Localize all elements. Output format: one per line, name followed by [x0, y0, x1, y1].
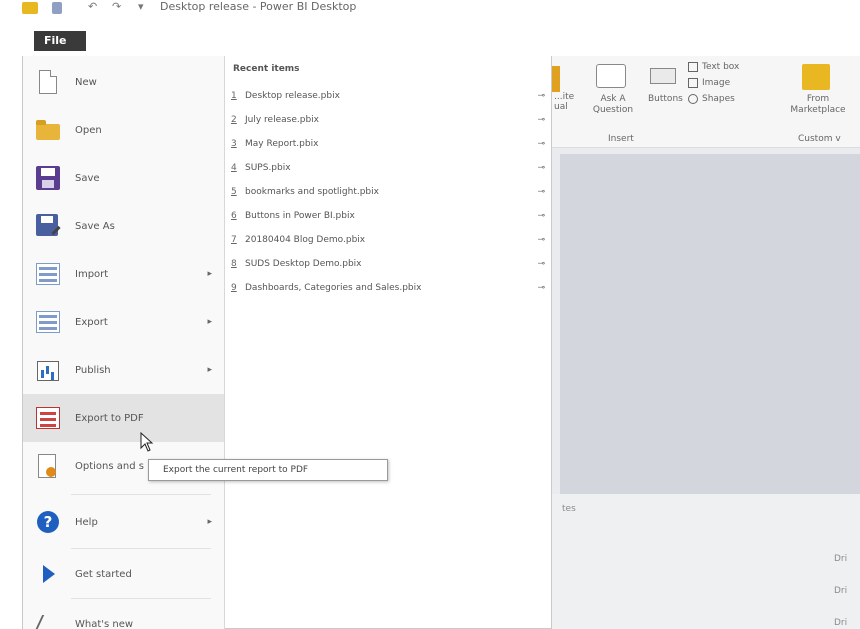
pin-icon[interactable]: ⊸ [537, 139, 545, 149]
recent-item-name: SUPS.pbix [245, 163, 291, 173]
pin-icon[interactable]: ⊸ [537, 163, 545, 173]
pin-icon[interactable]: ⊸ [537, 259, 545, 269]
ribbon-group-custom: Custom v [798, 134, 841, 144]
recent-item[interactable]: 9 Dashboards, Categories and Sales.pbix … [231, 276, 549, 300]
recent-item-name: 20180404 Blog Demo.pbix [245, 235, 366, 245]
ribbon-tab-row: File [0, 28, 860, 56]
submenu-arrow-icon: ▸ [207, 517, 212, 527]
whats-new-icon [33, 611, 63, 629]
publish-icon [35, 357, 61, 383]
menu-item-get-started[interactable]: Get started [23, 550, 224, 598]
recent-item-name: May Report.pbix [245, 139, 319, 149]
recent-items-heading: Recent items [233, 64, 300, 74]
recent-items-list: 1 Desktop release.pbix ⊸ 2 July release.… [231, 84, 549, 300]
menu-separator [71, 548, 211, 549]
recent-item[interactable]: 6 Buttons in Power BI.pbix ⊸ [231, 204, 549, 228]
canvas-label: tes [562, 504, 576, 514]
ribbon-shapes-label[interactable]: Shapes [702, 94, 735, 104]
shapes-icon[interactable] [688, 94, 698, 104]
text-box-icon[interactable] [688, 62, 698, 72]
fields-area [552, 494, 860, 629]
menu-item-save[interactable]: Save [23, 154, 224, 202]
import-icon [35, 261, 61, 287]
visual-icon[interactable] [552, 66, 560, 92]
pin-icon[interactable]: ⊸ [537, 115, 545, 125]
menu-item-export[interactable]: Export ▸ [23, 298, 224, 346]
recent-item[interactable]: 5 bookmarks and spotlight.pbix ⊸ [231, 180, 549, 204]
menu-item-help[interactable]: ? Help ▸ [23, 498, 224, 546]
pin-icon[interactable]: ⊸ [537, 211, 545, 221]
tab-file[interactable]: File [34, 31, 86, 51]
menu-separator [71, 494, 211, 495]
menu-item-new[interactable]: New [23, 58, 224, 106]
canvas-label-right: Dri [834, 586, 848, 596]
mouse-cursor-icon [140, 432, 154, 452]
submenu-arrow-icon: ▸ [207, 317, 212, 327]
ribbon-image-label[interactable]: Image [702, 78, 730, 88]
export-icon [35, 309, 61, 335]
ribbon-visual-label: ual [554, 102, 568, 112]
ribbon-text-box-label[interactable]: Text box [702, 62, 739, 72]
recent-item-name: July release.pbix [245, 115, 319, 125]
recent-item[interactable]: 1 Desktop release.pbix ⊸ [231, 84, 549, 108]
recent-item[interactable]: 8 SUDS Desktop Demo.pbix ⊸ [231, 252, 549, 276]
marketplace-icon[interactable] [802, 64, 830, 90]
tooltip: Export the current report to PDF [148, 459, 388, 481]
pdf-icon [35, 405, 61, 431]
undo-icon[interactable]: ↶ [88, 0, 97, 13]
submenu-arrow-icon: ▸ [207, 269, 212, 279]
recent-item[interactable]: 4 SUPS.pbix ⊸ [231, 156, 549, 180]
report-page[interactable] [560, 154, 860, 494]
report-canvas[interactable]: tes Dri Dri Dri [552, 148, 860, 629]
menu-item-save-as[interactable]: Save As [23, 202, 224, 250]
ribbon-buttons-label[interactable]: Buttons [648, 94, 683, 104]
canvas-label-right: Dri [834, 554, 848, 564]
title-bar: ↶ ↷ ▾ Desktop release - Power BI Desktop [0, 0, 860, 26]
recent-item-name: bookmarks and spotlight.pbix [245, 187, 379, 197]
options-icon [35, 453, 61, 479]
open-folder-icon [35, 117, 61, 143]
ribbon-group-insert: Insert [608, 134, 634, 144]
recent-item[interactable]: 7 20180404 Blog Demo.pbix ⊸ [231, 228, 549, 252]
recent-item-name: Buttons in Power BI.pbix [245, 211, 355, 221]
buttons-icon[interactable] [650, 68, 676, 84]
pin-icon[interactable]: ⊸ [537, 91, 545, 101]
new-document-icon [35, 69, 61, 95]
recent-item-name: Dashboards, Categories and Sales.pbix [245, 283, 422, 293]
save-as-icon [35, 213, 61, 239]
ribbon-ask-label[interactable]: Ask A Question [590, 94, 636, 116]
menu-item-open[interactable]: Open [23, 106, 224, 154]
pin-icon[interactable]: ⊸ [537, 187, 545, 197]
image-icon[interactable] [688, 78, 698, 88]
pin-icon[interactable]: ⊸ [537, 235, 545, 245]
recent-item-name: SUDS Desktop Demo.pbix [245, 259, 362, 269]
redo-icon[interactable]: ↷ [112, 0, 121, 13]
get-started-icon [35, 561, 61, 587]
ribbon-new-label: ...ite [554, 92, 575, 102]
recent-item[interactable]: 2 July release.pbix ⊸ [231, 108, 549, 132]
pin-icon[interactable]: ⊸ [537, 283, 545, 293]
recent-item-name: Desktop release.pbix [245, 91, 340, 101]
save-icon [35, 165, 61, 191]
file-menu-commands: New Open Save Save As Import ▸ Export ▸ … [23, 56, 225, 629]
save-icon[interactable] [52, 2, 62, 14]
ribbon: ual ...ite Ask A Question Buttons Text b… [552, 56, 860, 148]
menu-item-whats-new[interactable]: What's new [23, 600, 224, 629]
menu-item-publish[interactable]: Publish ▸ [23, 346, 224, 394]
menu-item-export-to-pdf[interactable]: Export to PDF [23, 394, 224, 442]
window-title: Desktop release - Power BI Desktop [160, 0, 357, 13]
ribbon-marketplace-label[interactable]: From Marketplace [788, 94, 848, 116]
help-icon: ? [35, 509, 61, 535]
canvas-label-right: Dri [834, 618, 848, 628]
file-menu: New Open Save Save As Import ▸ Export ▸ … [22, 56, 552, 629]
ask-question-icon[interactable] [596, 64, 626, 88]
menu-item-import[interactable]: Import ▸ [23, 250, 224, 298]
submenu-arrow-icon: ▸ [207, 365, 212, 375]
chevron-down-icon[interactable]: ▾ [138, 0, 144, 13]
recent-item[interactable]: 3 May Report.pbix ⊸ [231, 132, 549, 156]
folder-icon[interactable] [22, 2, 38, 14]
menu-separator [71, 598, 211, 599]
